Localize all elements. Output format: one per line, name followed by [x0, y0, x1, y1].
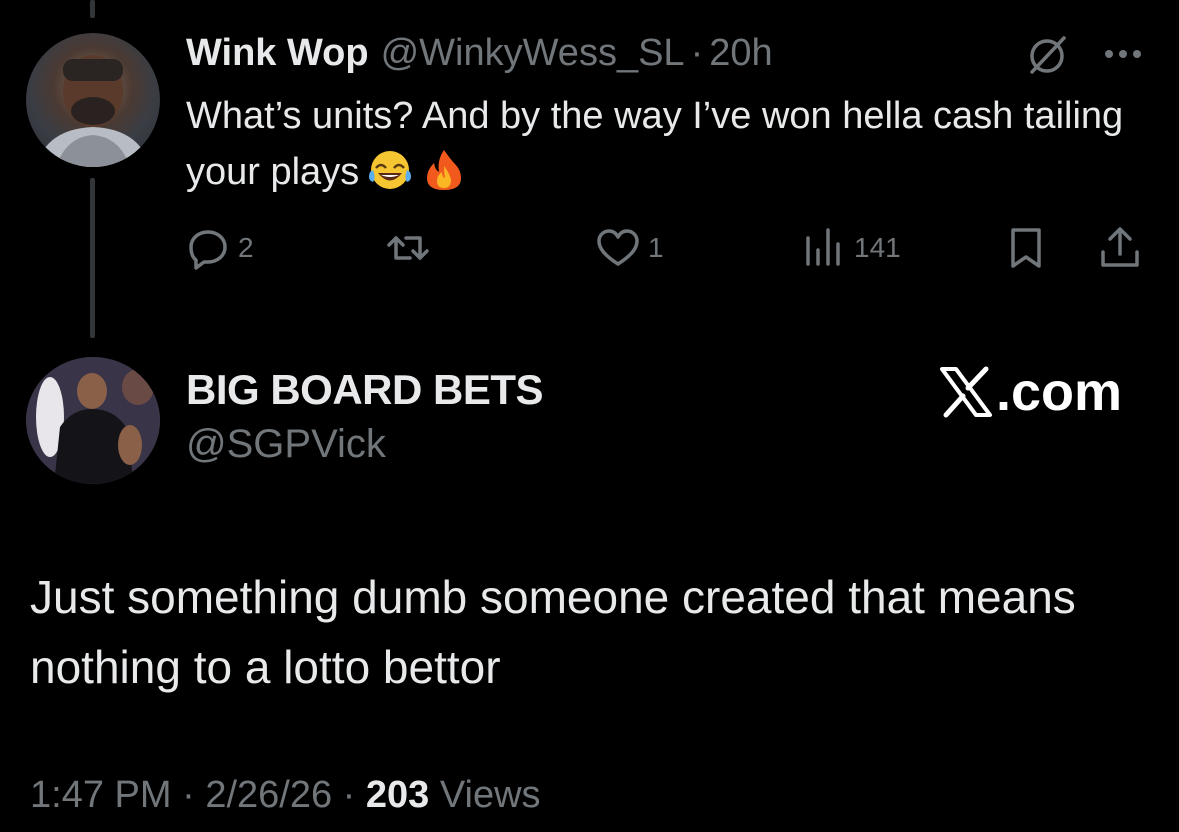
tweet-views-count: 203: [365, 774, 430, 816]
tweet-screenshot: Wink Wop @WinkyWess_SL · 20h What’s unit…: [0, 0, 1179, 832]
separator-dot: ·: [182, 774, 195, 816]
repost-button[interactable]: [384, 220, 438, 276]
thread-line: [90, 0, 95, 18]
main-author-avatar[interactable]: [26, 357, 160, 484]
x-logo-icon: [940, 366, 992, 418]
reply-text: What’s units? And by the way I’ve won he…: [186, 95, 1124, 193]
reply-author-handle[interactable]: @WinkyWess_SL: [381, 32, 685, 75]
repost-icon: [387, 236, 429, 260]
views-button[interactable]: 141: [800, 220, 901, 276]
separator-dot: ·: [690, 32, 704, 74]
share-icon: [1101, 227, 1139, 267]
reply-header: Wink Wop @WinkyWess_SL · 20h: [186, 32, 1149, 78]
tweet-time[interactable]: 1:47 PM: [30, 774, 172, 816]
reply-body: What’s units? And by the way I’ve won he…: [186, 88, 1146, 200]
watermark-domain: .com: [996, 362, 1123, 422]
views-icon: [806, 228, 840, 266]
more-icon[interactable]: [1098, 34, 1148, 74]
bookmark-button[interactable]: [1002, 220, 1050, 276]
main-tweet-text: Just something dumb someone created that…: [30, 571, 1076, 693]
tweet-date[interactable]: 2/26/26: [205, 774, 332, 816]
main-author-handle[interactable]: @SGPVick: [186, 422, 386, 467]
like-count: 1: [648, 232, 664, 263]
reply-timestamp[interactable]: 20h: [709, 32, 772, 75]
thread-line: [90, 178, 95, 338]
main-author-name[interactable]: BIG BOARD BETS: [186, 366, 544, 414]
fire-emoji: [427, 150, 462, 190]
reply-icon: [189, 230, 227, 270]
grok-icon[interactable]: [1022, 30, 1072, 80]
x-watermark: .com: [938, 362, 1122, 422]
tweet-metadata: 1:47 PM · 2/26/26 · 203 Views: [30, 774, 541, 817]
reply-author-name[interactable]: Wink Wop: [186, 32, 369, 75]
tweet-views-label: Views: [439, 774, 541, 816]
views-count: 141: [854, 232, 901, 263]
share-button[interactable]: [1096, 220, 1144, 276]
reply-button[interactable]: 2: [184, 220, 254, 276]
heart-icon: [597, 229, 639, 266]
separator-dot: ·: [342, 774, 356, 816]
reply-author-avatar[interactable]: [26, 33, 160, 167]
like-button[interactable]: 1: [594, 220, 664, 276]
reply-count: 2: [238, 232, 254, 263]
bookmark-icon: [1011, 228, 1041, 268]
laughing-with-tears-emoji: [369, 151, 412, 189]
